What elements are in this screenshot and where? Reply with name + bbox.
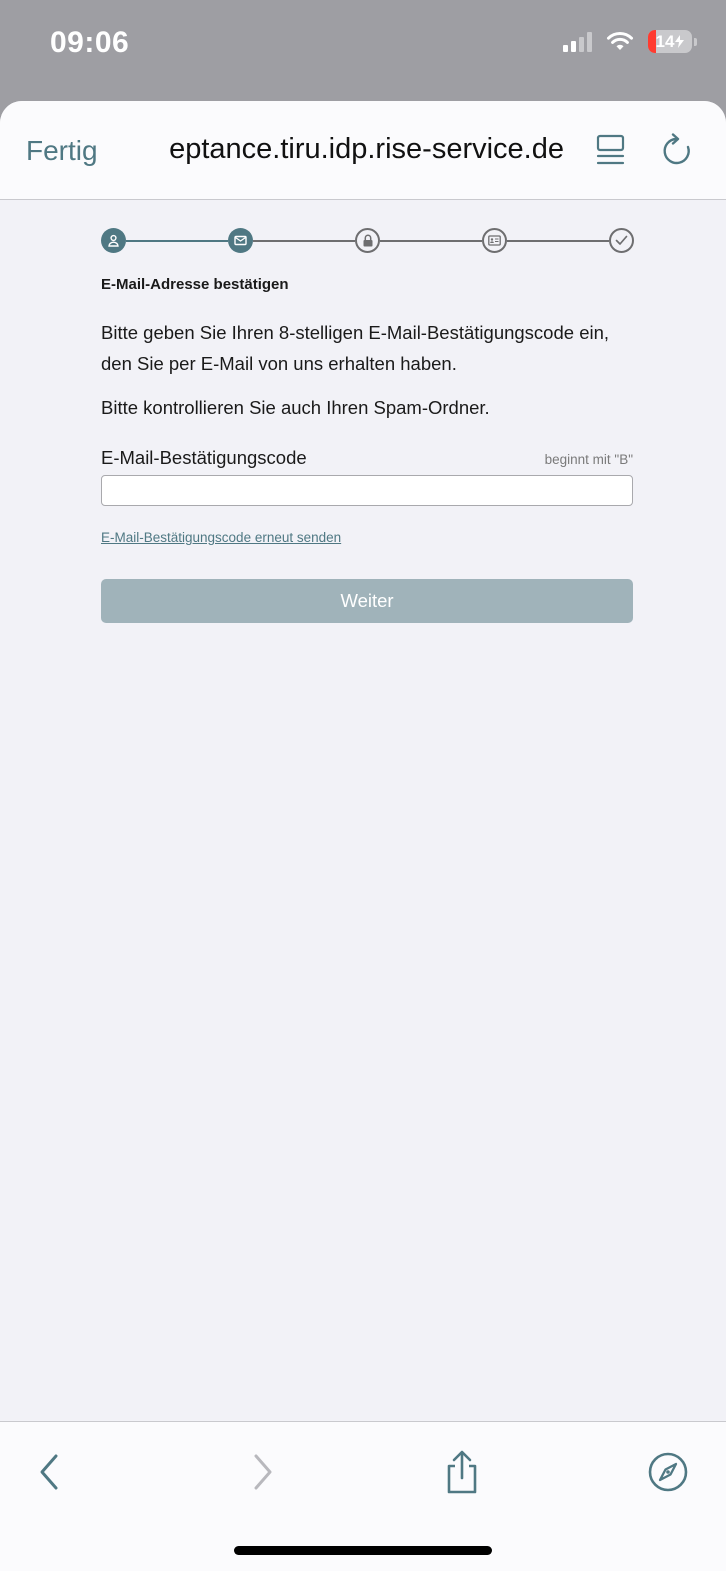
lock-icon — [363, 234, 372, 247]
code-field-header: E-Mail-Bestätigungscode beginnt mit "B" — [101, 447, 633, 469]
progress-stepper — [101, 200, 634, 260]
share-icon[interactable] — [442, 1450, 482, 1494]
step-account — [101, 228, 126, 253]
step-connector — [507, 240, 609, 242]
spam-note: Bitte kontrollieren Sie auch Ihren Spam-… — [101, 397, 490, 418]
status-time: 09:06 — [50, 26, 130, 59]
step-complete — [609, 228, 634, 253]
wifi-icon — [607, 31, 633, 50]
verification-code-input[interactable] — [101, 475, 633, 506]
step-identity — [482, 228, 507, 253]
step-email — [228, 228, 253, 253]
compass-icon[interactable] — [646, 1450, 690, 1494]
instructions-text: Bitte geben Sie Ihren 8-stelligen E-Mail… — [101, 322, 610, 374]
done-button[interactable]: Fertig — [26, 135, 98, 167]
reader-mode-icon[interactable] — [595, 133, 627, 167]
battery-charging-icon: 14 — [648, 30, 697, 53]
page-title: E-Mail-Adresse bestätigen — [101, 276, 289, 293]
signal-icon — [563, 31, 592, 52]
status-bar: 09:06 14 — [0, 0, 726, 100]
resend-code-link[interactable]: E-Mail-Bestätigungscode erneut senden — [101, 530, 341, 545]
forward-icon[interactable] — [240, 1450, 280, 1494]
address-bar[interactable]: eptance.tiru.idp.rise-service.de — [130, 133, 570, 173]
page-content: E-Mail-Adresse bestätigen Bitte geben Si… — [101, 200, 634, 623]
user-icon — [108, 234, 119, 247]
step-connector — [126, 240, 228, 242]
id-card-icon — [488, 235, 501, 246]
battery-level: 14 — [655, 31, 675, 51]
reload-icon[interactable] — [662, 133, 694, 167]
code-field-hint: beginnt mit "B" — [544, 452, 633, 467]
browser-sheet: Fertig eptance.tiru.idp.rise-service.de — [0, 101, 726, 1571]
continue-button[interactable]: Weiter — [101, 579, 633, 623]
code-field-label: E-Mail-Bestätigungscode — [101, 447, 307, 468]
browser-header: Fertig eptance.tiru.idp.rise-service.de — [0, 101, 726, 200]
status-icons: 14 — [563, 30, 697, 53]
back-icon[interactable] — [32, 1450, 72, 1494]
step-connector — [380, 240, 482, 242]
browser-toolbar — [0, 1421, 726, 1571]
checkmark-icon — [615, 235, 628, 245]
url-text: eptance.tiru.idp.rise-service.de — [169, 133, 564, 165]
home-indicator — [234, 1546, 492, 1555]
step-connector — [253, 240, 355, 242]
step-password — [355, 228, 380, 253]
envelope-icon — [234, 235, 247, 246]
